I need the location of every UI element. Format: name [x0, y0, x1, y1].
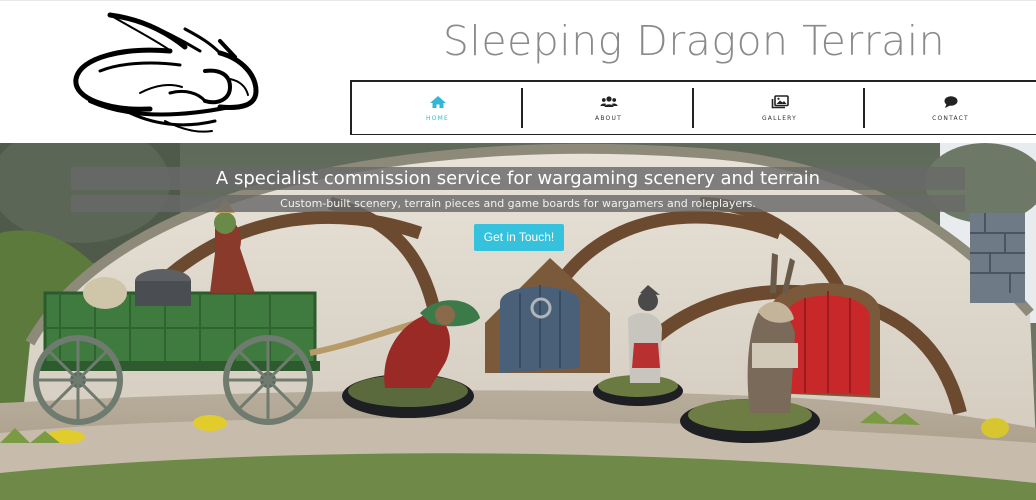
site-title: Sleeping Dragon Terrain [442, 17, 946, 65]
nav-item-about[interactable]: ABOUT [523, 82, 694, 134]
users-icon [600, 95, 617, 107]
nav-item-home[interactable]: HOME [350, 82, 523, 134]
nav-label-gallery: GALLERY [761, 114, 798, 122]
nav-label-contact: CONTACT [932, 114, 969, 122]
hero-title: A specialist commission service for warg… [71, 167, 965, 190]
nav-item-gallery[interactable]: GALLERY [694, 82, 865, 134]
home-icon [429, 95, 446, 108]
get-in-touch-button[interactable]: Get in Touch! [474, 224, 564, 251]
site-header: Sleeping Dragon Terrain HOME ABOUT GALLE… [0, 0, 1036, 143]
nav-label-home: HOME [425, 114, 449, 122]
page: Sleeping Dragon Terrain HOME ABOUT GALLE… [0, 0, 1036, 500]
site-logo-link[interactable] [70, 9, 260, 135]
hero-section: A specialist commission service for warg… [0, 143, 1036, 500]
sleeping-dragon-logo-icon [73, 12, 259, 133]
nav-label-about: ABOUT [595, 114, 622, 122]
nav-item-contact[interactable]: CONTACT [865, 82, 1036, 134]
hero-subtitle: Custom-built scenery, terrain pieces and… [71, 195, 965, 212]
main-nav: HOME ABOUT GALLERY CONTACT [350, 80, 1036, 135]
images-icon [771, 94, 789, 108]
chat-bubble-icon [944, 95, 957, 108]
